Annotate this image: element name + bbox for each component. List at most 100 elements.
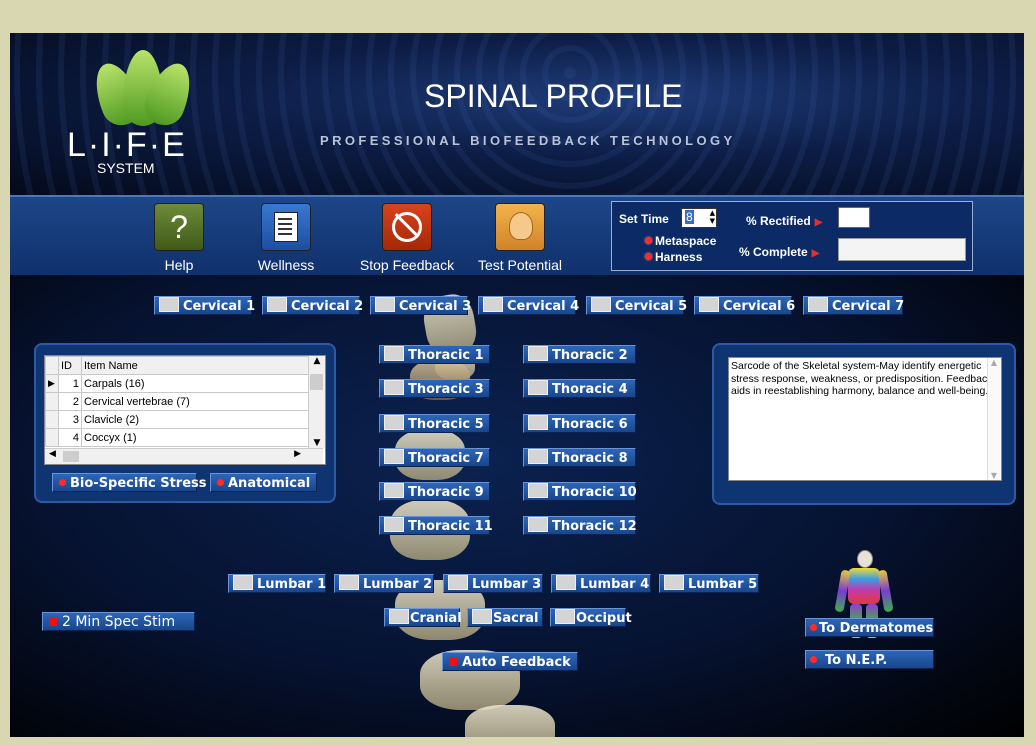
description-scrollbar[interactable]: ▲ ▼ — [987, 358, 1000, 480]
anatomical-option[interactable]: Anatomical — [210, 473, 317, 492]
set-time-value: 8 — [685, 210, 694, 224]
checkbox-icon — [528, 346, 548, 361]
checkbox-icon — [375, 297, 395, 312]
stepper-arrows-icon[interactable]: ▲ ▼ — [710, 209, 715, 225]
checkbox-icon — [528, 517, 548, 532]
lumbar-3-button[interactable]: Lumbar 3 — [443, 574, 543, 593]
checkbox-icon — [384, 415, 404, 430]
scroll-right-icon[interactable]: ▶ — [294, 449, 301, 459]
thoracic-8-button[interactable]: Thoracic 8 — [523, 448, 636, 467]
complete-progress — [838, 238, 966, 261]
auto-feedback-label: Auto Feedback — [462, 655, 571, 670]
thoracic-8-label: Thoracic 8 — [552, 451, 628, 466]
checkbox-icon — [699, 297, 719, 312]
checkbox-icon — [339, 575, 359, 590]
lumbar-1-button[interactable]: Lumbar 1 — [228, 574, 326, 593]
lumbar-5-button[interactable]: Lumbar 5 — [659, 574, 759, 593]
to-dermatomes-button[interactable]: To Dermatomes — [805, 618, 934, 637]
cervical-7-button[interactable]: Cervical 7 — [803, 296, 905, 315]
lumbar-2-button[interactable]: Lumbar 2 — [334, 574, 434, 593]
wellness-button[interactable]: Wellness — [231, 203, 341, 273]
thoracic-12-button[interactable]: Thoracic 12 — [523, 516, 637, 535]
cervical-1-label: Cervical 1 — [183, 299, 256, 314]
scroll-thumb[interactable] — [63, 451, 79, 462]
cervical-6-button[interactable]: Cervical 6 — [694, 296, 795, 315]
spec-stim-button[interactable]: 2 Min Spec Stim — [42, 612, 195, 631]
sacral-button[interactable]: Sacral — [467, 608, 543, 627]
cervical-4-label: Cervical 4 — [507, 299, 580, 314]
help-button[interactable]: ? Help — [124, 203, 234, 273]
cervical-5-button[interactable]: Cervical 5 — [586, 296, 688, 315]
cranial-button[interactable]: Cranial — [384, 608, 462, 627]
stop-feedback-label: Stop Feedback — [359, 257, 455, 273]
thoracic-2-button[interactable]: Thoracic 2 — [523, 345, 636, 364]
metaspace-option[interactable]: Metaspace — [645, 234, 716, 248]
table-row[interactable]: 2 Cervical vertebrae (7) — [45, 392, 309, 411]
cervical-2-button[interactable]: Cervical 2 — [262, 296, 363, 315]
bio-specific-stress-option[interactable]: Bio-Specific Stress — [52, 473, 207, 492]
set-time-stepper[interactable]: 8 ▲ ▼ — [681, 208, 717, 228]
horizontal-scrollbar[interactable]: ◀ ▶ — [45, 448, 323, 464]
auto-feedback-button[interactable]: Auto Feedback — [442, 652, 578, 671]
thoracic-5-button[interactable]: Thoracic 5 — [379, 414, 490, 433]
row-id: 1 — [58, 374, 82, 393]
lumbar-4-button[interactable]: Lumbar 4 — [551, 574, 651, 593]
thoracic-3-button[interactable]: Thoracic 3 — [379, 379, 490, 398]
checkbox-icon — [384, 346, 404, 361]
thoracic-10-button[interactable]: Thoracic 10 — [523, 482, 637, 501]
table-row[interactable]: ▶ 1 Carpals (16) — [45, 374, 309, 393]
thoracic-7-button[interactable]: Thoracic 7 — [379, 448, 490, 467]
column-header-item-name[interactable]: Item Name — [81, 356, 309, 375]
thoracic-5-label: Thoracic 5 — [408, 417, 484, 432]
cervical-5-label: Cervical 5 — [615, 299, 688, 314]
table-row[interactable]: 3 Clavicle (2) — [45, 410, 309, 429]
thoracic-4-button[interactable]: Thoracic 4 — [523, 379, 636, 398]
harness-option[interactable]: Harness — [645, 250, 702, 264]
thoracic-1-label: Thoracic 1 — [408, 348, 484, 363]
scroll-left-icon[interactable]: ◀ — [49, 449, 56, 459]
thoracic-9-label: Thoracic 9 — [408, 485, 484, 500]
to-dermatomes-label: To Dermatomes — [819, 621, 934, 636]
checkbox-icon — [528, 449, 548, 464]
test-potential-button[interactable]: Test Potential — [465, 203, 575, 273]
checkbox-icon — [267, 297, 287, 312]
item-grid[interactable]: ID Item Name ▶ 1 Carpals (16) 2 Cervical… — [44, 355, 326, 465]
thoracic-9-button[interactable]: Thoracic 9 — [379, 482, 490, 501]
harness-label: Harness — [655, 250, 703, 264]
lumbar-1-label: Lumbar 1 — [257, 577, 327, 592]
thoracic-2-label: Thoracic 2 — [552, 348, 628, 363]
lumbar-2-label: Lumbar 2 — [363, 577, 433, 592]
thoracic-6-button[interactable]: Thoracic 6 — [523, 414, 636, 433]
scroll-thumb[interactable] — [310, 374, 323, 390]
cervical-4-button[interactable]: Cervical 4 — [478, 296, 580, 315]
checkbox-icon — [448, 575, 468, 590]
thoracic-11-button[interactable]: Thoracic 11 — [379, 516, 493, 535]
checkbox-icon — [384, 483, 404, 498]
lumbar-5-label: Lumbar 5 — [688, 577, 758, 592]
cervical-3-button[interactable]: Cervical 3 — [370, 296, 471, 315]
complete-label-text: % Complete — [739, 245, 808, 259]
to-nep-label: To N.E.P. — [825, 653, 888, 668]
thoracic-10-label: Thoracic 10 — [552, 485, 637, 500]
indicator-dot-icon — [810, 656, 817, 663]
thoracic-3-label: Thoracic 3 — [408, 382, 484, 397]
thoracic-1-button[interactable]: Thoracic 1 — [379, 345, 490, 364]
table-row[interactable]: 4 Coccyx (1) — [45, 428, 309, 447]
scroll-down-icon[interactable]: ▼ — [309, 438, 325, 448]
scroll-down-icon[interactable]: ▼ — [988, 471, 1000, 480]
checkbox-icon — [384, 449, 404, 464]
to-nep-button[interactable]: To N.E.P. — [805, 650, 934, 669]
stop-feedback-button[interactable]: Stop Feedback — [352, 203, 462, 273]
indicator-dot-icon — [810, 624, 817, 631]
help-label: Help — [164, 257, 194, 273]
row-selector-icon: ▶ — [45, 374, 59, 393]
vertical-scrollbar[interactable]: ▲ ▼ — [308, 356, 325, 448]
row-id: 3 — [58, 410, 82, 429]
cervical-1-button[interactable]: Cervical 1 — [154, 296, 256, 315]
lumbar-4-label: Lumbar 4 — [580, 577, 650, 592]
scroll-up-icon[interactable]: ▲ — [309, 356, 325, 366]
occiput-button[interactable]: Occiput — [550, 608, 632, 627]
column-header-id[interactable]: ID — [58, 356, 82, 375]
cervical-7-label: Cervical 7 — [832, 299, 905, 314]
scroll-up-icon[interactable]: ▲ — [988, 358, 1000, 367]
